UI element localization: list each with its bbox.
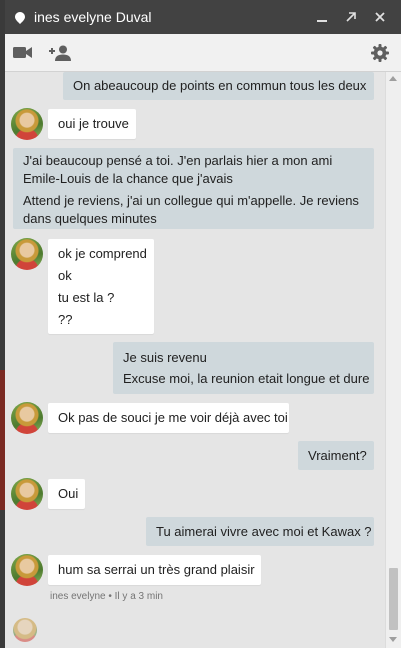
message-bubble-outgoing: Je suis revenu Excuse moi, la reunion et… <box>113 342 374 394</box>
message-text: Attend je reviens, j'ai un collegue qui … <box>23 193 359 208</box>
message-text: Oui <box>58 486 79 501</box>
message-text: ?? <box>58 312 73 327</box>
chat-title: ines evelyne Duval <box>34 9 152 25</box>
chat-window: ines evelyne Duval On abeaucoup de point… <box>5 0 401 648</box>
message-bubble-incoming: oui je trouve <box>48 109 136 139</box>
message-text: ok <box>58 268 72 283</box>
message-text: Vraiment? <box>308 448 367 463</box>
minimize-icon[interactable] <box>314 9 330 25</box>
message-text: Excuse moi, la reunion etait longue et d… <box>123 371 370 386</box>
read-receipt-avatar <box>13 618 37 642</box>
message-bubble-outgoing: Tu aimerai vivre avec moi et Kawax ? <box>146 517 374 546</box>
message-bubble-outgoing: Vraiment? <box>298 441 374 470</box>
last-seen-status: ines evelyne • Il y a 3 min <box>50 591 163 602</box>
avatar[interactable] <box>11 238 43 270</box>
message-text: hum sa serrai un très grand plaisir <box>58 562 255 577</box>
message-text: On abeaucoup de points en commun tous le… <box>73 78 367 93</box>
message-bubble-outgoing: On abeaucoup de points en commun tous le… <box>63 72 374 100</box>
presence-pin-icon <box>15 12 25 24</box>
avatar[interactable] <box>11 554 43 586</box>
message-bubble-incoming: ok je comprend ok tu est la ? ?? <box>48 239 154 334</box>
message-text: Tu aimerai vivre avec moi et Kawax ? <box>156 524 372 539</box>
gear-icon[interactable] <box>370 43 390 63</box>
avatar[interactable] <box>11 108 43 140</box>
message-scrollbar[interactable] <box>385 72 401 648</box>
message-bubble-outgoing: J'ai beaucoup pensé a toi. J'en parlais … <box>13 148 374 229</box>
message-text: J'ai beaucoup pensé a toi. J'en parlais … <box>23 153 333 168</box>
chat-titlebar[interactable]: ines evelyne Duval <box>5 0 401 34</box>
message-bubble-incoming: hum sa serrai un très grand plaisir <box>48 555 261 585</box>
message-text: dans quelques minutes <box>23 211 157 226</box>
close-icon[interactable] <box>372 9 388 25</box>
message-text: Je suis revenu <box>123 350 207 365</box>
message-text: Emile-Louis de la chance que j'avais <box>23 171 233 186</box>
message-text: tu est la ? <box>58 290 115 305</box>
scrollbar-thumb[interactable] <box>389 568 398 630</box>
scroll-down-arrow-icon[interactable] <box>389 637 397 642</box>
message-list[interactable]: On abeaucoup de points en commun tous le… <box>5 72 385 648</box>
message-text: Ok pas de souci je me voir déjà avec toi <box>58 410 288 425</box>
avatar[interactable] <box>11 478 43 510</box>
scroll-up-arrow-icon[interactable] <box>389 76 397 81</box>
message-bubble-incoming: Ok pas de souci je me voir déjà avec toi <box>48 403 289 433</box>
message-bubble-incoming: Oui <box>48 479 85 509</box>
chat-toolbar <box>5 34 401 72</box>
message-text: oui je trouve <box>58 116 129 131</box>
message-text: ok je comprend <box>58 246 147 261</box>
video-call-icon[interactable] <box>12 43 32 63</box>
popout-icon[interactable] <box>343 9 359 25</box>
avatar[interactable] <box>11 402 43 434</box>
add-person-icon[interactable] <box>49 43 71 63</box>
